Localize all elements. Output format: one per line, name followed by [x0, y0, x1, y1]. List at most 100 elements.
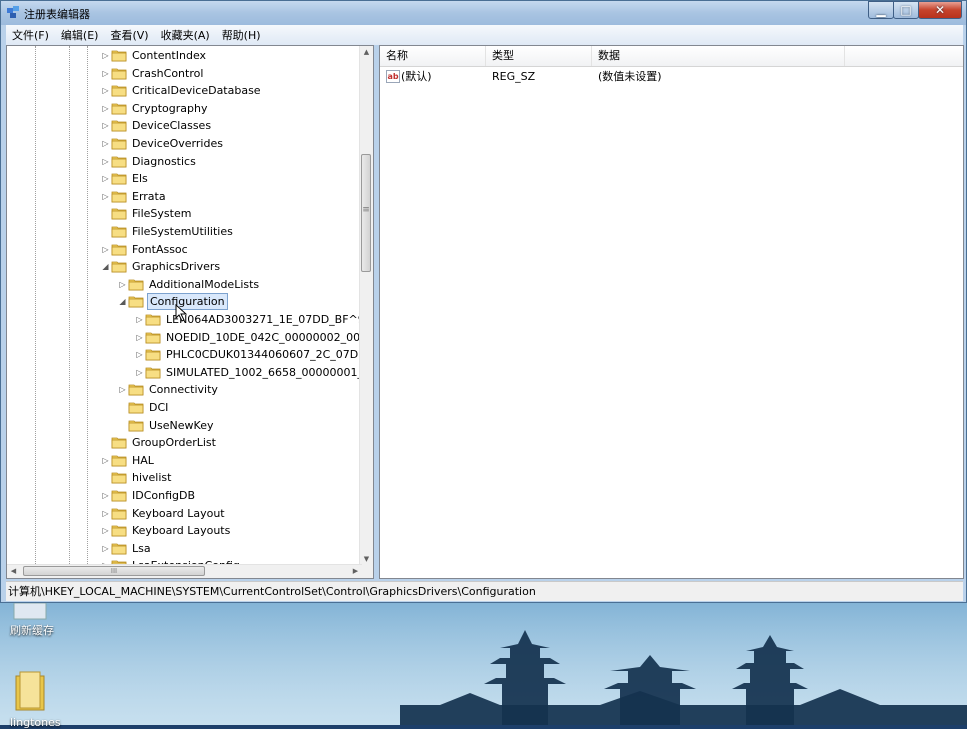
tree-node[interactable]: ▷ Cryptography	[7, 100, 362, 117]
tree-node-label: hivelist	[132, 471, 172, 485]
menu-help[interactable]: 帮助(H)	[216, 27, 267, 43]
column-header-data[interactable]: 数据	[592, 46, 845, 66]
tree-node-label: UseNewKey	[149, 418, 214, 432]
menu-favorites[interactable]: 收藏夹(A)	[155, 27, 216, 43]
column-header-name[interactable]: 名称	[380, 46, 486, 66]
tree-node[interactable]: ▷ Els	[7, 170, 362, 187]
tree-node[interactable]: ▷ Errata	[7, 188, 362, 205]
expand-arrow-icon[interactable]: ▷	[101, 170, 110, 187]
expand-arrow-icon[interactable]: ▷	[118, 276, 127, 293]
registry-editor-window: 注册表编辑器 ▁ □ ✕ 文件(F) 编辑(E) 查看(V) 收藏夹(A) 帮助…	[0, 0, 967, 603]
expand-arrow-icon[interactable]: ▷	[101, 47, 110, 64]
expand-arrow-icon[interactable]: ▷	[101, 65, 110, 82]
collapse-arrow-icon[interactable]: ◢	[118, 293, 127, 310]
folder-icon	[111, 120, 127, 132]
tree-node[interactable]: ▷ Connectivity	[7, 381, 362, 398]
tree-node[interactable]: ▷ IDConfigDB	[7, 487, 362, 504]
close-button[interactable]: ✕	[918, 1, 962, 19]
tree-node[interactable]: ▷ DeviceOverrides	[7, 135, 362, 152]
folder-icon	[145, 367, 161, 379]
expand-arrow-icon[interactable]: ▷	[101, 540, 110, 557]
tree-node[interactable]: ▷ Keyboard Layouts	[7, 522, 362, 539]
folder-icon	[111, 191, 127, 203]
tree-node-label: CriticalDeviceDatabase	[132, 84, 261, 98]
scroll-up-arrow-icon[interactable]: ▲	[360, 46, 373, 59]
expand-arrow-icon[interactable]: ▷	[101, 487, 110, 504]
close-icon: ✕	[934, 3, 946, 17]
folder-icon[interactable]	[14, 670, 46, 712]
tree-vertical-scrollbar[interactable]: ▲ ≡ ▼	[359, 46, 373, 566]
tree-node[interactable]: UseNewKey	[7, 417, 362, 434]
expand-arrow-icon[interactable]: ▷	[101, 522, 110, 539]
scroll-left-arrow-icon[interactable]: ◀	[7, 565, 20, 578]
expand-arrow-icon	[101, 434, 110, 451]
expand-arrow-icon[interactable]: ▷	[101, 100, 110, 117]
expand-arrow-icon[interactable]: ▷	[101, 505, 110, 522]
value-row[interactable]: ab (默认) REG_SZ (数值未设置)	[380, 68, 963, 86]
expand-arrow-icon	[101, 469, 110, 486]
tree-node[interactable]: ▷ FontAssoc	[7, 241, 362, 258]
expand-arrow-icon[interactable]: ▷	[101, 452, 110, 469]
minimize-button[interactable]: ▁	[868, 1, 894, 19]
menu-view[interactable]: 查看(V)	[104, 27, 154, 43]
column-header-type[interactable]: 类型	[486, 46, 592, 66]
maximize-button[interactable]: □	[893, 1, 919, 19]
expand-arrow-icon[interactable]: ▷	[101, 153, 110, 170]
expand-arrow-icon[interactable]: ▷	[135, 346, 144, 363]
tree-node[interactable]: ▷ ContentIndex	[7, 47, 362, 64]
vertical-scroll-thumb[interactable]: ≡	[361, 154, 371, 272]
tree-node[interactable]: GroupOrderList	[7, 434, 362, 451]
expand-arrow-icon	[118, 417, 127, 434]
menu-edit[interactable]: 编辑(E)	[55, 27, 105, 43]
tree-node[interactable]: ▷ HAL	[7, 452, 362, 469]
expand-arrow-icon[interactable]: ▷	[101, 241, 110, 258]
folder-icon	[128, 402, 144, 414]
registry-tree-pane[interactable]: ▷ ContentIndex ▷ CrashControl ▷ CriticalDevic…	[6, 45, 374, 579]
expand-arrow-icon[interactable]: ▷	[101, 188, 110, 205]
expand-arrow-icon[interactable]: ▷	[118, 381, 127, 398]
tree-node[interactable]: FileSystem	[7, 205, 362, 222]
scroll-grip-icon: ≡	[362, 205, 370, 215]
expand-arrow-icon[interactable]: ▷	[135, 364, 144, 381]
tree-node[interactable]: ▷ CriticalDeviceDatabase	[7, 82, 362, 99]
registry-values-pane[interactable]: 名称 类型 数据 ab (默认) REG_SZ (数值未设置)	[379, 45, 964, 579]
horizontal-scroll-thumb[interactable]: III	[23, 566, 205, 576]
tree-node-label: SIMULATED_1002_6658_00000001_000	[166, 365, 362, 379]
tree-node[interactable]: ▷ NOEDID_10DE_042C_00000002_000000	[7, 329, 362, 346]
desktop-icon-label: 刷新缓存	[10, 624, 54, 637]
tree-node[interactable]: ▷ Keyboard Layout	[7, 505, 362, 522]
expand-arrow-icon	[101, 223, 110, 240]
tree-node[interactable]: ◢ GraphicsDrivers	[7, 258, 362, 275]
title-bar[interactable]: 注册表编辑器 ▁ □ ✕	[1, 1, 966, 25]
tree-node[interactable]: ▷ DeviceClasses	[7, 117, 362, 134]
tree-node[interactable]: ▷ AdditionalModeLists	[7, 276, 362, 293]
folder-icon	[145, 349, 161, 361]
expand-arrow-icon[interactable]: ▷	[101, 117, 110, 134]
tree-node[interactable]: FileSystemUtilities	[7, 223, 362, 240]
tree-horizontal-scrollbar[interactable]: ◀ III ▶	[7, 564, 362, 578]
scroll-grip-icon: III	[110, 567, 118, 575]
tree-node[interactable]: ▷ PHLC0CDUK01344060607_2C_07DD_F8	[7, 346, 362, 363]
expand-arrow-icon[interactable]: ▷	[101, 82, 110, 99]
tree-node-label: Errata	[132, 189, 166, 203]
tree-node-label: Cryptography	[132, 101, 208, 115]
tree-node-label: Keyboard Layout	[132, 506, 225, 520]
expand-arrow-icon[interactable]: ▷	[101, 135, 110, 152]
menu-file[interactable]: 文件(F)	[6, 27, 55, 43]
tree-node[interactable]: ▷ SIMULATED_1002_6658_00000001_000	[7, 364, 362, 381]
expand-arrow-icon[interactable]: ▷	[135, 311, 144, 328]
expand-arrow-icon[interactable]: ▷	[135, 329, 144, 346]
desktop-icon-refresh[interactable]	[12, 603, 48, 621]
folder-icon	[111, 103, 127, 115]
collapse-arrow-icon[interactable]: ◢	[101, 258, 110, 275]
tree-node[interactable]: hivelist	[7, 469, 362, 486]
tree-node[interactable]: DCI	[7, 399, 362, 416]
folder-icon	[111, 244, 127, 255]
tree-node[interactable]: ▷ Diagnostics	[7, 153, 362, 170]
folder-icon	[145, 314, 161, 326]
tree-node-label: GraphicsDrivers	[132, 260, 221, 274]
tree-node[interactable]: ▷ Lsa	[7, 540, 362, 557]
tree-node-label: DeviceClasses	[132, 119, 212, 133]
tree-node[interactable]: ▷ CrashControl	[7, 65, 362, 82]
desktop-icon-label: lingtones	[10, 716, 61, 729]
